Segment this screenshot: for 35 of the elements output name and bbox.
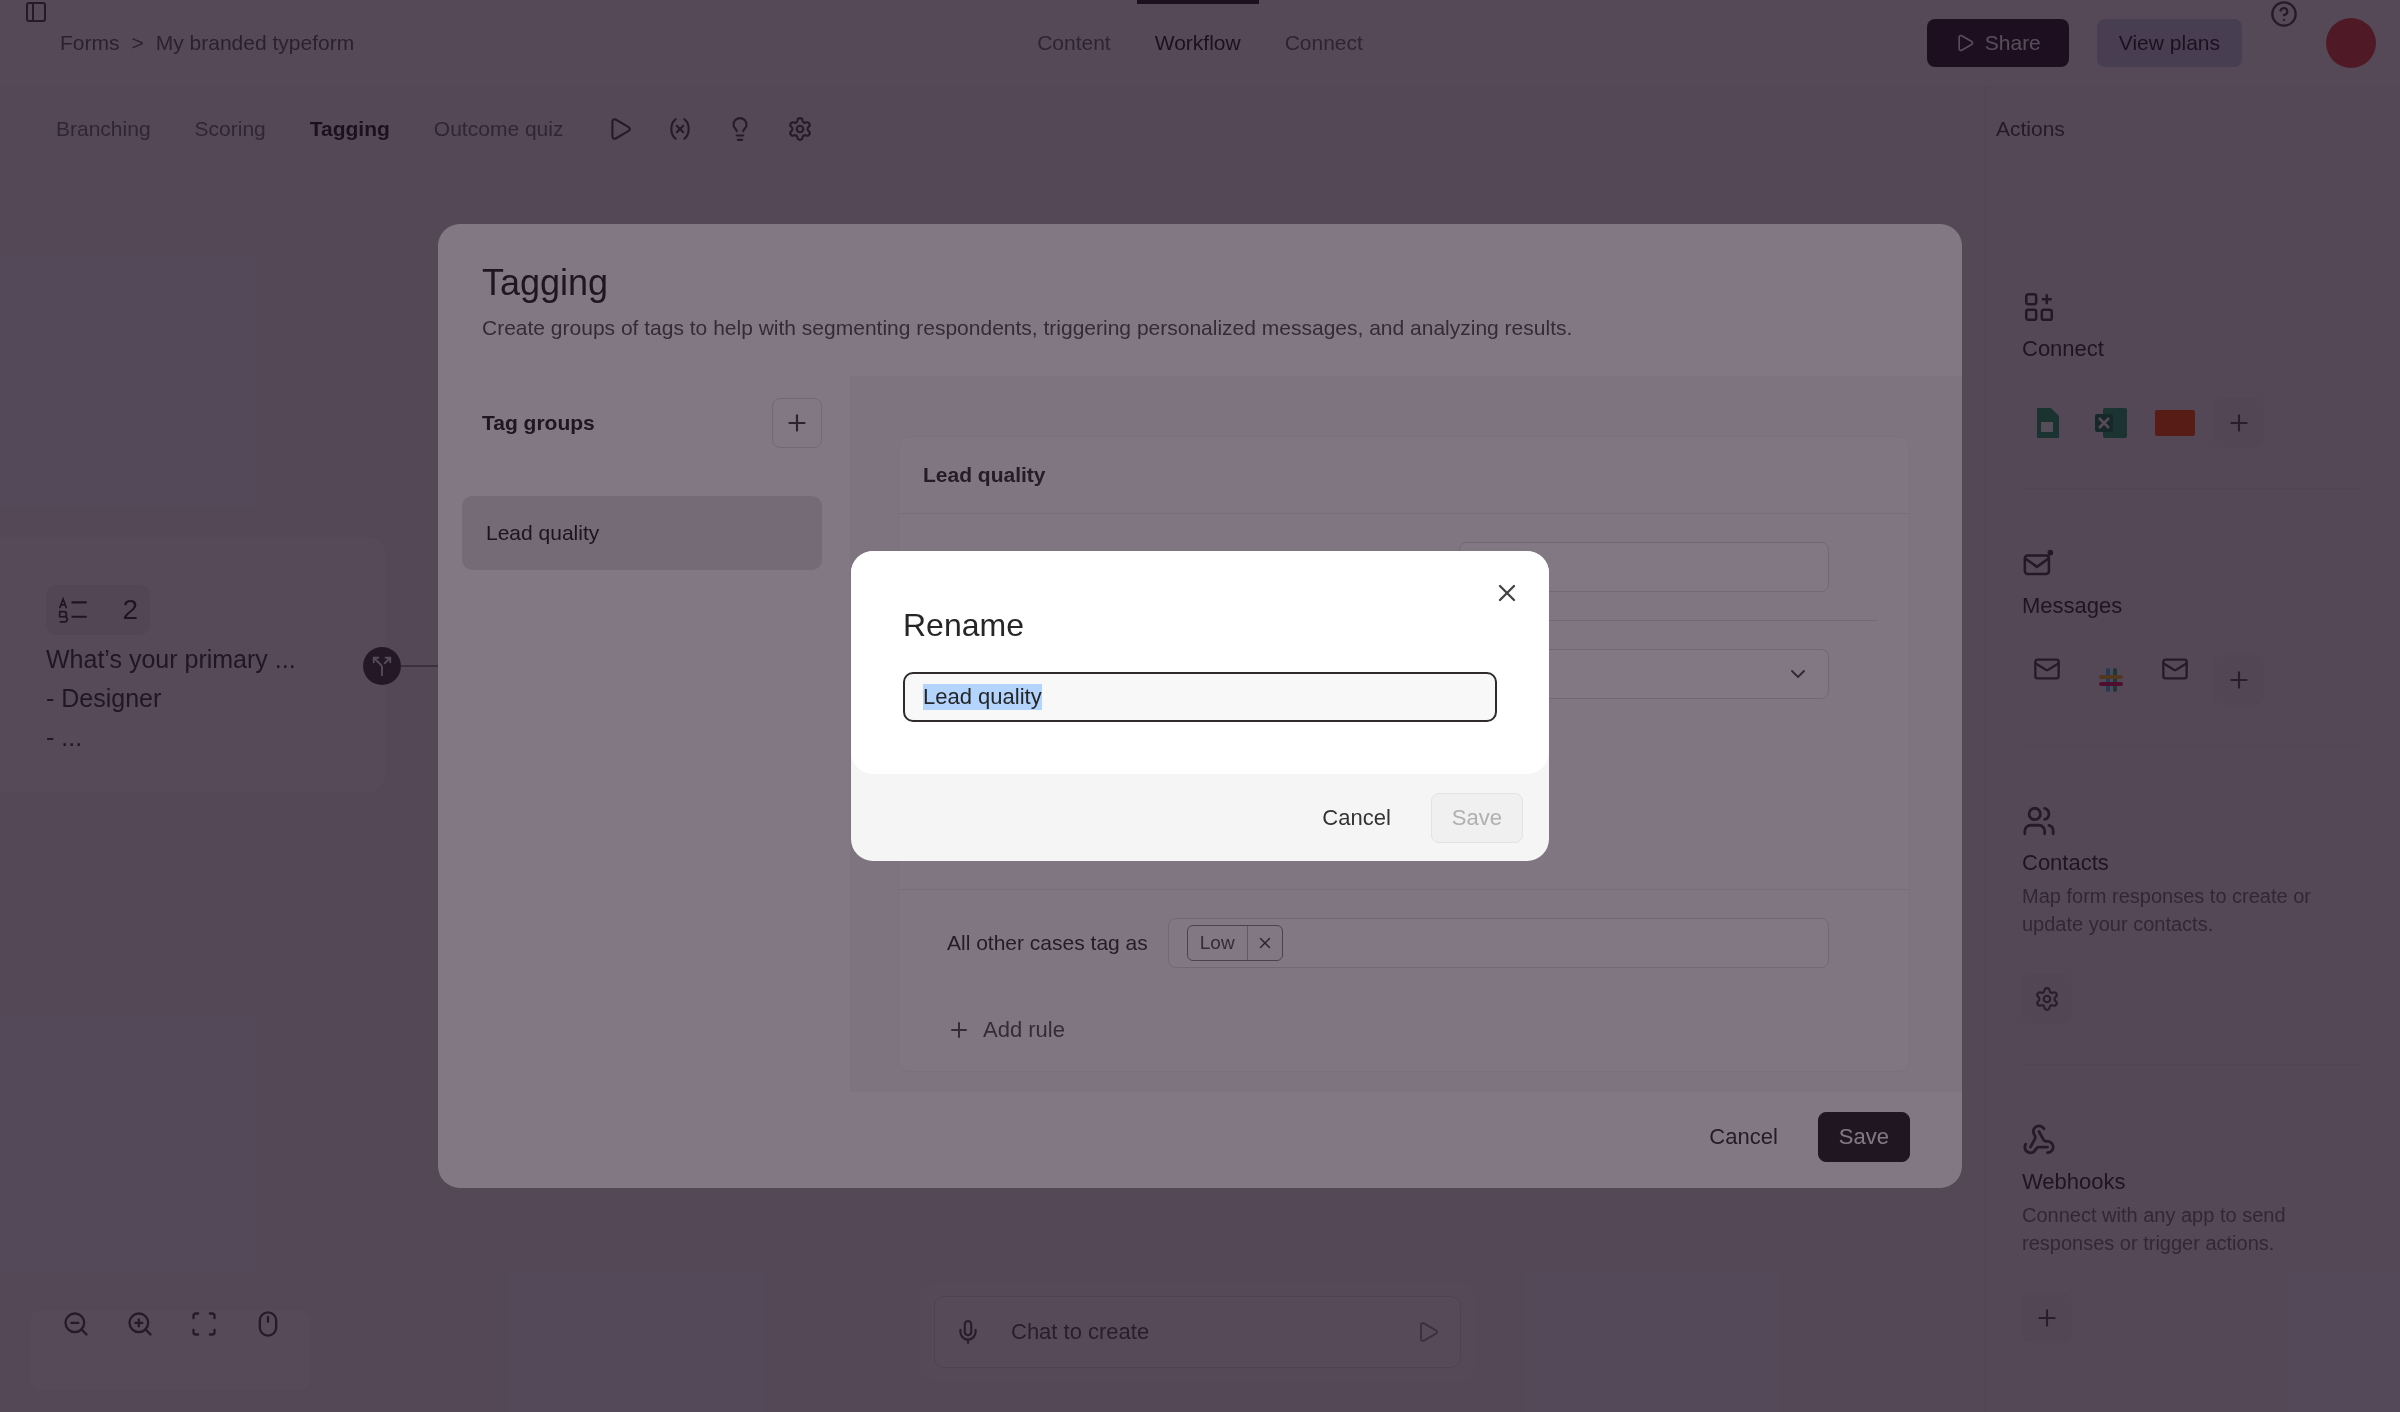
group-item[interactable]: Lead quality: [462, 496, 822, 570]
add-group-button[interactable]: [772, 398, 822, 448]
zoom-out-icon[interactable]: [62, 1310, 90, 1338]
dialog-title: Rename: [903, 607, 1025, 644]
users-icon: [2022, 804, 2056, 838]
webhook-icon: [2022, 1123, 2056, 1157]
fit-view-icon[interactable]: [190, 1310, 218, 1338]
choice-text: - ...: [46, 723, 83, 752]
add-rule-button[interactable]: Add rule: [941, 1016, 1071, 1044]
breadcrumb-separator: >: [131, 31, 144, 55]
panel-icon[interactable]: [24, 0, 48, 24]
tag-field[interactable]: Low: [1167, 918, 1829, 968]
fallback-label: All other cases tag as: [947, 931, 1148, 955]
avatar[interactable]: [2326, 18, 2376, 68]
branch-icon: [371, 655, 393, 677]
groups-title: Tag groups: [482, 411, 595, 435]
modal-title: Tagging: [482, 262, 610, 304]
cancel-button[interactable]: Cancel: [1316, 796, 1397, 839]
cancel-button[interactable]: Cancel: [1703, 1116, 1784, 1158]
help-icon[interactable]: [2270, 0, 2298, 28]
modal-description: Create groups of tags to help with segmenting respondents, triggering personalized messages, and analyzing results.: [482, 316, 1574, 340]
save-button[interactable]: Save: [1817, 1112, 1910, 1162]
grid-plus-icon: [2022, 290, 2056, 324]
spreadsheet-icon[interactable]: [2095, 408, 2127, 438]
builder-tab[interactable]: Tagging: [309, 117, 390, 141]
settings-icon[interactable]: [787, 116, 814, 142]
hash-logo-icon[interactable]: [2097, 666, 2125, 694]
tag-chip: Low: [1186, 925, 1283, 961]
zoom-in-icon[interactable]: [126, 1310, 154, 1338]
name-field[interactable]: Lead quality: [903, 672, 1497, 722]
settings-icon: [2034, 986, 2060, 1012]
spreadsheet-icon[interactable]: [2035, 408, 2059, 438]
nav-tab[interactable]: Workflow: [1136, 0, 1259, 86]
branch-button[interactable]: [363, 647, 401, 685]
group-name: Lead quality: [899, 437, 1909, 514]
